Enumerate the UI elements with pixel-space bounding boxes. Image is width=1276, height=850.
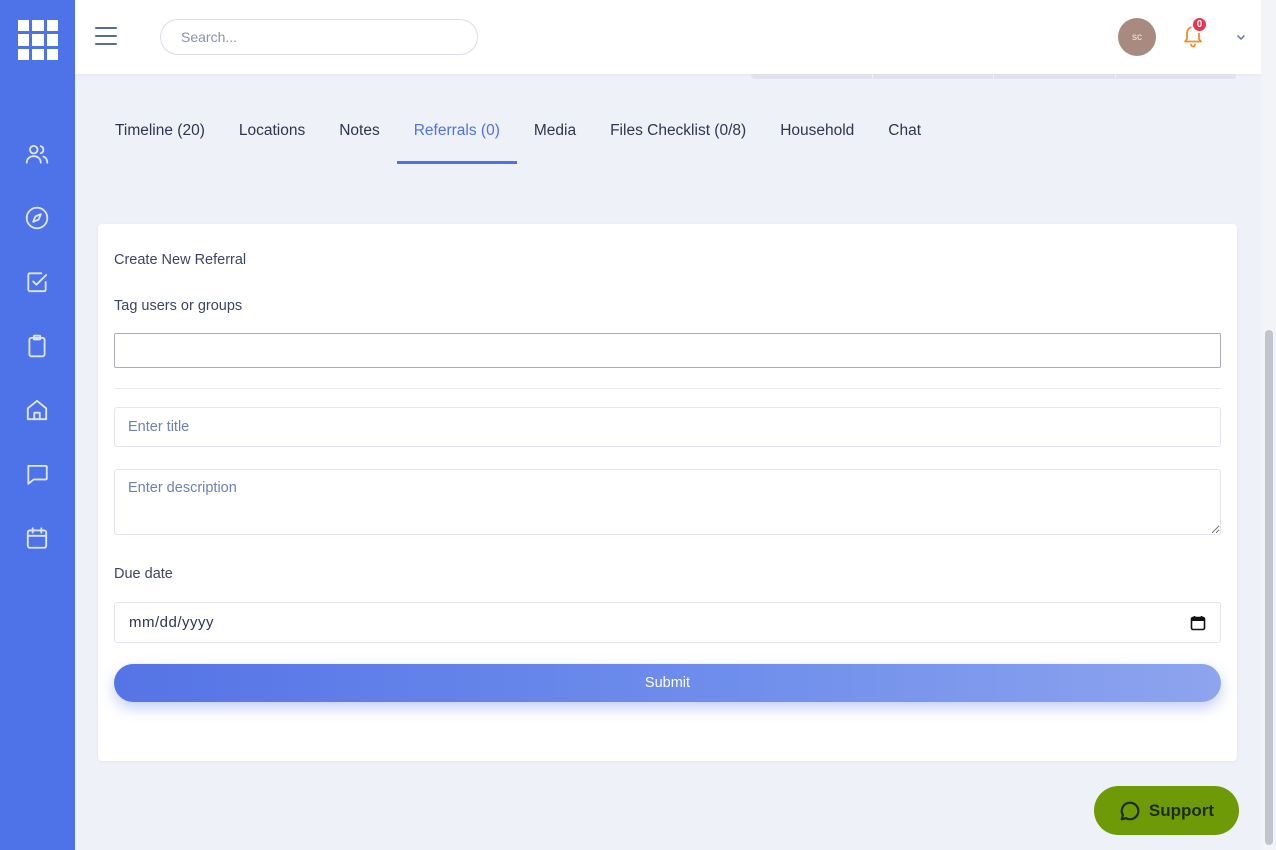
tab-media[interactable]: Media [517, 112, 593, 164]
tab-household[interactable]: Household [763, 112, 871, 164]
scrollbar-thumb[interactable] [1265, 330, 1273, 845]
due-date-input[interactable]: mm/dd/yyyy [114, 602, 1221, 643]
sidebar [0, 0, 75, 850]
clipboard-icon[interactable] [23, 332, 51, 360]
avatar-initials: sc [1132, 31, 1142, 43]
form-divider [114, 388, 1221, 389]
description-input[interactable] [114, 469, 1221, 535]
tab-locations[interactable]: Locations [222, 112, 322, 164]
home-icon[interactable] [23, 396, 51, 424]
users-icon[interactable] [23, 140, 51, 168]
submit-button[interactable]: Submit [114, 664, 1221, 702]
title-input[interactable] [114, 407, 1221, 447]
referral-form-card: Create New Referral Tag users or groups … [98, 224, 1237, 761]
tab-timeline[interactable]: Timeline (20) [98, 112, 222, 164]
avatar[interactable]: sc [1118, 18, 1156, 56]
tab-referrals[interactable]: Referrals (0) [396, 112, 518, 164]
tab-files-checklist[interactable]: Files Checklist (0/8) [593, 112, 763, 164]
support-button[interactable]: Support [1094, 786, 1239, 835]
subheader-bar [751, 74, 1237, 79]
due-date-label: Due date [114, 566, 173, 582]
top-header: sc 0 [75, 0, 1261, 74]
due-date-value: mm/dd/yyyy [129, 614, 215, 631]
chat-icon[interactable] [23, 460, 51, 488]
search-input[interactable] [160, 19, 478, 55]
tab-bar: Timeline (20) Locations Notes Referrals … [98, 112, 938, 164]
menu-toggle-icon[interactable] [95, 27, 117, 45]
chevron-down-icon[interactable] [1235, 30, 1247, 42]
support-label: Support [1148, 800, 1215, 820]
notification-bell-icon[interactable]: 0 [1181, 16, 1208, 50]
calendar-icon[interactable] [23, 524, 51, 552]
tab-chat[interactable]: Chat [871, 112, 938, 164]
checkbox-icon[interactable] [23, 268, 51, 296]
chat-bubble-icon [1120, 801, 1140, 820]
form-title: Create New Referral [114, 252, 247, 268]
notification-badge: 0 [1191, 16, 1208, 33]
calendar-picker-icon[interactable] [1190, 615, 1206, 631]
tag-users-label: Tag users or groups [114, 298, 243, 314]
compass-icon[interactable] [23, 204, 51, 232]
tab-notes[interactable]: Notes [322, 112, 397, 164]
apps-grid-icon[interactable] [18, 20, 58, 60]
tag-users-input[interactable] [114, 333, 1221, 368]
